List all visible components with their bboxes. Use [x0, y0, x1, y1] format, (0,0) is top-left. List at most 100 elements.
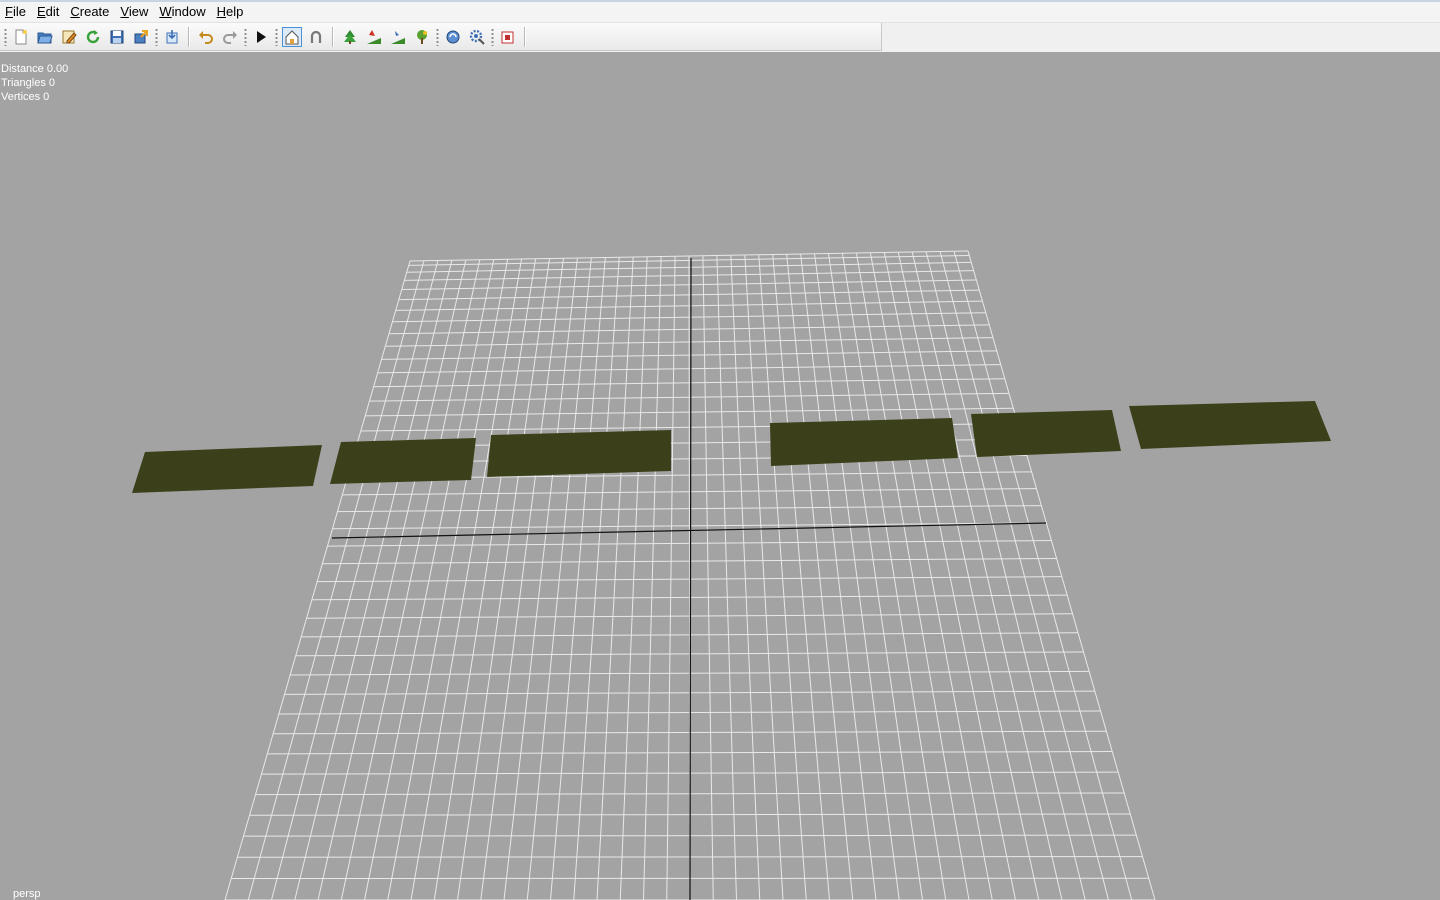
- grid-line: [716, 255, 737, 900]
- magnet-button[interactable]: [306, 27, 326, 47]
- grid-line: [619, 256, 648, 900]
- 3d-viewport[interactable]: [0, 52, 1440, 900]
- home-view-icon: [285, 29, 299, 44]
- slope-tool-icon: [367, 29, 381, 44]
- grid-line: [224, 260, 411, 900]
- grid-line: [271, 260, 439, 900]
- distance-readout: Distance 0.00: [1, 63, 69, 75]
- slope-tool-button[interactable]: [364, 27, 384, 47]
- redo-icon: [223, 30, 237, 44]
- grid-line: [364, 259, 495, 900]
- toolbar-separator: [188, 26, 190, 47]
- undo-button[interactable]: [196, 27, 216, 47]
- grid-line: [294, 260, 453, 900]
- toolbar-separator: [524, 26, 526, 47]
- grid-line: [897, 252, 1040, 900]
- toolbar-grip[interactable]: [244, 27, 247, 46]
- undo-icon: [199, 30, 213, 44]
- grid-line: [433, 258, 537, 900]
- grid-line: [744, 254, 784, 900]
- save-icon: [110, 30, 124, 43]
- open-folder-icon: [37, 32, 53, 43]
- export-button[interactable]: [131, 27, 151, 47]
- grid-line: [643, 256, 662, 900]
- terrain-tiles: [132, 401, 1331, 493]
- grid-line: [841, 253, 947, 900]
- rotate-button[interactable]: [443, 27, 463, 47]
- toolbar-grip[interactable]: [436, 27, 439, 46]
- grid-line: [387, 259, 509, 900]
- new-file-icon: [15, 29, 27, 44]
- menu-edit[interactable]: Edit: [32, 2, 65, 22]
- magnet-icon: [310, 30, 322, 43]
- z-axis-line: [689, 257, 692, 900]
- main-toolbar: [0, 23, 882, 51]
- grid-line: [247, 260, 425, 900]
- grid-line: [503, 257, 578, 900]
- raise-tool-icon: [391, 30, 405, 44]
- export-icon: [134, 29, 148, 43]
- grid-line: [730, 255, 761, 900]
- terrain-tile[interactable]: [132, 445, 322, 493]
- toolbar-grip[interactable]: [275, 27, 278, 46]
- home-view-button[interactable]: [282, 26, 302, 47]
- grid-line: [814, 253, 900, 900]
- grid-line: [340, 259, 481, 900]
- refresh-icon: [86, 29, 100, 43]
- grid-line: [480, 258, 564, 900]
- toolbar-grip[interactable]: [4, 27, 7, 46]
- redo-button[interactable]: [220, 27, 240, 47]
- grid-line: [550, 257, 606, 900]
- scene-canvas: [132, 250, 1331, 900]
- grid-line: [596, 256, 634, 900]
- new-file-button[interactable]: [11, 27, 31, 47]
- menu-bar: File Edit Create View Window Help: [0, 2, 1440, 23]
- grid-line: [317, 259, 467, 900]
- terrain-tile[interactable]: [330, 438, 476, 484]
- camera-label: persp: [13, 888, 41, 900]
- terrain-tile[interactable]: [487, 430, 671, 477]
- scene-stats: Distance 0.00 Triangles 0 Vertices 0: [1, 62, 68, 104]
- stop-button[interactable]: [498, 27, 518, 47]
- rotate-icon: [446, 30, 460, 43]
- toolbar-separator: [332, 26, 334, 47]
- stop-icon: [501, 31, 514, 43]
- toolbar-grip[interactable]: [155, 27, 158, 46]
- refresh-button[interactable]: [83, 27, 103, 47]
- toolbar-grip[interactable]: [491, 27, 494, 46]
- grid-line: [526, 257, 592, 900]
- grid-line: [939, 251, 1109, 900]
- settings-icon: [469, 29, 485, 45]
- tree-icon: [344, 29, 356, 44]
- menu-create[interactable]: Create: [65, 2, 115, 22]
- edit-button[interactable]: [59, 27, 79, 47]
- menu-file[interactable]: File: [0, 2, 32, 22]
- menu-window[interactable]: Window: [154, 2, 211, 22]
- plant-tool-button[interactable]: [412, 27, 432, 47]
- terrain-tile[interactable]: [770, 418, 958, 466]
- open-button[interactable]: [35, 27, 55, 47]
- terrain-tile[interactable]: [1129, 401, 1331, 449]
- grid-line: [800, 253, 877, 900]
- menu-view[interactable]: View: [115, 2, 154, 22]
- vertices-readout: Vertices 0: [1, 91, 50, 103]
- grid-line: [855, 252, 970, 900]
- grid-line: [666, 256, 676, 900]
- edit-icon: [62, 30, 77, 43]
- grid-line: [869, 252, 993, 900]
- save-button[interactable]: [107, 27, 127, 47]
- import-button[interactable]: [162, 27, 182, 47]
- play-icon: [257, 30, 266, 43]
- grid-line: [953, 251, 1133, 900]
- grid-line: [758, 254, 807, 900]
- play-button[interactable]: [251, 27, 271, 47]
- raise-tool-button[interactable]: [388, 27, 408, 47]
- tree-button[interactable]: [340, 27, 360, 47]
- settings-button[interactable]: [467, 27, 487, 47]
- menu-help[interactable]: Help: [212, 2, 250, 22]
- import-icon: [166, 29, 178, 43]
- terrain-tile[interactable]: [971, 410, 1121, 457]
- grid-line: [702, 255, 714, 900]
- grid-line: [772, 254, 830, 900]
- plant-tool-icon: [417, 29, 427, 44]
